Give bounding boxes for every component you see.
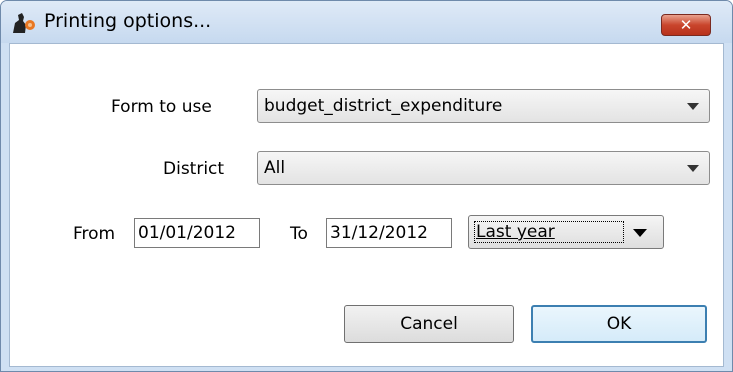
chevron-down-icon xyxy=(633,229,647,237)
chevron-down-icon xyxy=(687,165,699,172)
window-title: Printing options... xyxy=(44,10,212,32)
from-date-field[interactable] xyxy=(134,218,260,248)
cancel-button[interactable]: Cancel xyxy=(344,305,514,343)
district-select-value: All xyxy=(264,158,286,178)
close-icon: ✕ xyxy=(679,16,693,34)
district-select[interactable]: All xyxy=(257,151,710,185)
title-bar[interactable]: Printing options... ✕ xyxy=(1,1,732,43)
form-to-use-label: Form to use xyxy=(111,97,212,117)
form-select-value: budget_district_expenditure xyxy=(264,96,503,116)
form-select[interactable]: budget_district_expenditure xyxy=(257,89,710,123)
district-label: District xyxy=(163,159,225,179)
to-label: To xyxy=(290,224,308,244)
dialog-window: Printing options... ✕ Form to use budget… xyxy=(0,0,733,372)
to-date-field[interactable] xyxy=(326,218,452,248)
period-select[interactable]: Last year xyxy=(468,215,664,249)
ok-button[interactable]: OK xyxy=(531,305,707,343)
chevron-down-icon xyxy=(687,103,699,110)
app-logo-icon xyxy=(13,13,35,33)
close-button[interactable]: ✕ xyxy=(661,14,711,36)
from-label: From xyxy=(73,224,116,244)
period-select-value: Last year xyxy=(474,221,624,243)
